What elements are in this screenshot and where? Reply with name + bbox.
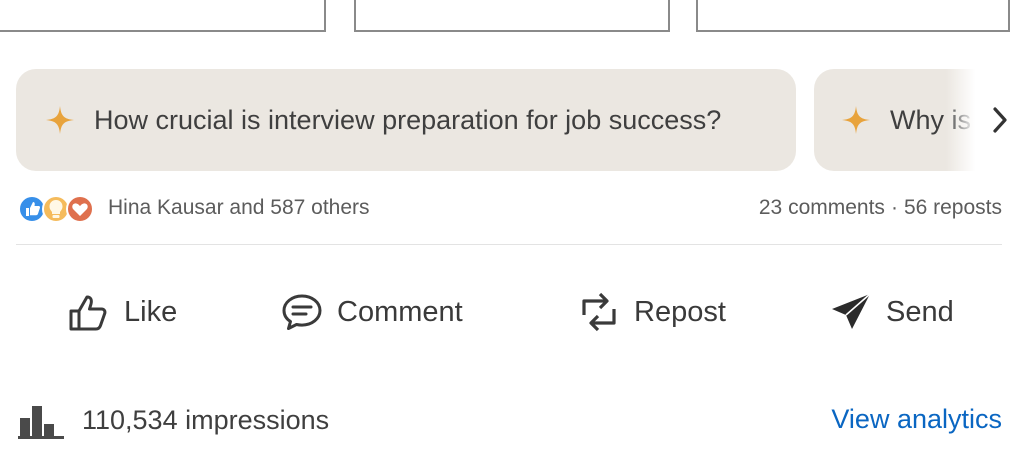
comment-button[interactable]: Comment (279, 284, 463, 340)
card-fragment (354, 0, 670, 32)
send-label: Send (886, 295, 954, 328)
carousel-fade (946, 69, 988, 171)
repost-icon (582, 292, 616, 332)
comment-icon (282, 294, 322, 330)
card-fragment (696, 0, 1010, 32)
chevron-right-icon[interactable] (988, 104, 1012, 136)
suggestion-chip[interactable]: How crucial is interview preparation for… (16, 69, 796, 171)
reactions-summary[interactable]: Hina Kausar and 587 others (108, 196, 370, 220)
reaction-icons[interactable] (18, 193, 102, 225)
bar-chart-icon (18, 406, 64, 439)
card-fragment (0, 0, 326, 32)
comment-label: Comment (337, 295, 463, 328)
sparkle-icon (842, 106, 870, 134)
impressions: 110,534 impressions (18, 398, 329, 442)
view-analytics-link[interactable]: View analytics (831, 404, 1002, 435)
comments-count[interactable]: 23 comments (759, 196, 885, 219)
thumbs-up-icon (69, 295, 107, 331)
divider (16, 244, 1002, 245)
insightful-reaction-icon (42, 195, 70, 223)
social-counts: Hina Kausar and 587 others 23 comments · 5… (18, 193, 1002, 225)
impressions-count: 110,534 impressions (82, 404, 330, 435)
repost-button[interactable]: Repost (576, 284, 726, 340)
repost-label: Repost (634, 295, 726, 328)
separator: · (890, 196, 898, 219)
suggestion-text: How crucial is interview preparation for… (94, 104, 722, 135)
engagement-counts: 23 comments · 56 reposts (759, 196, 1002, 220)
like-button[interactable]: Like (66, 284, 177, 340)
send-icon (832, 293, 871, 329)
send-button[interactable]: Send (828, 284, 954, 340)
love-reaction-icon (66, 195, 94, 223)
like-label: Like (124, 295, 178, 328)
like-reaction-icon (18, 195, 46, 223)
suggestion-carousel: How crucial is interview preparation for… (16, 69, 988, 171)
reposts-count[interactable]: 56 reposts (904, 196, 1002, 219)
sparkle-icon (46, 106, 74, 134)
